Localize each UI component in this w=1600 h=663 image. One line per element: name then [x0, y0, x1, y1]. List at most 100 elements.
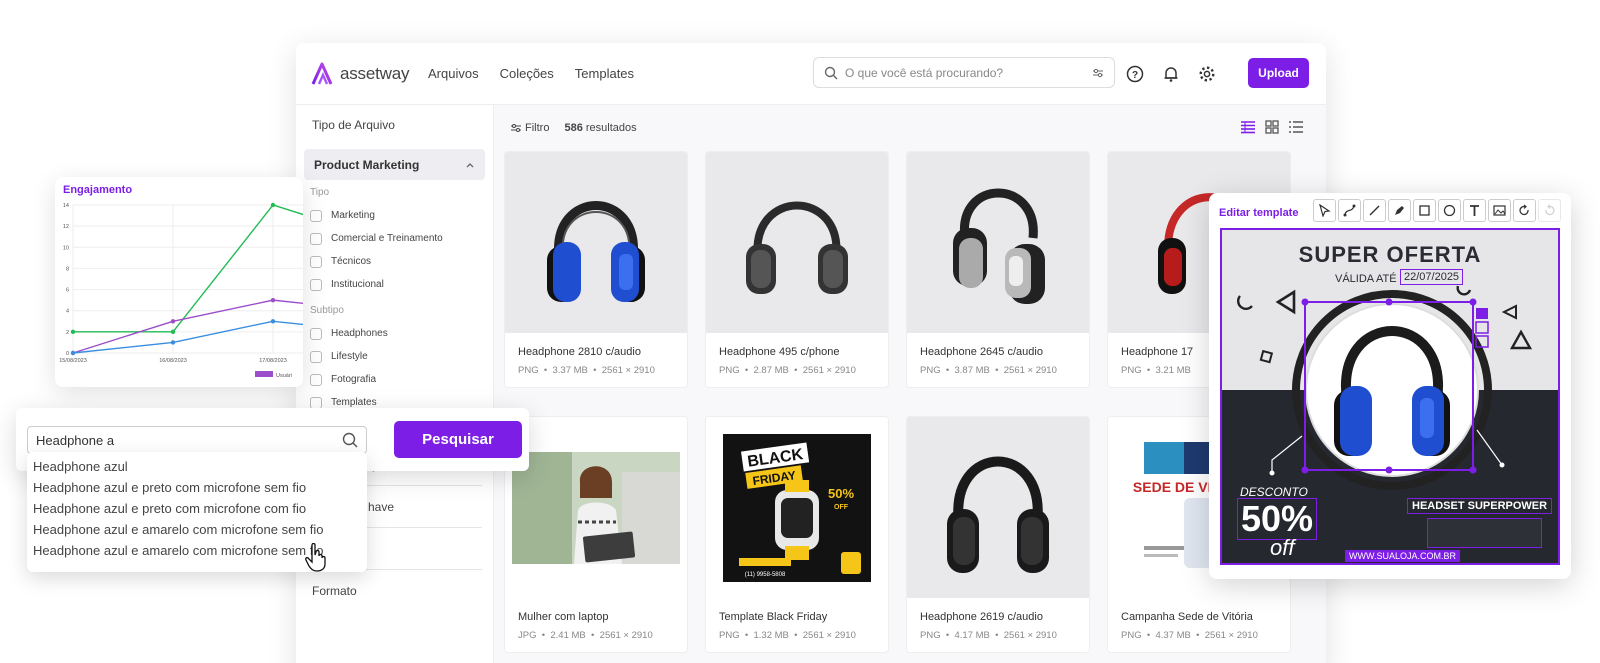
- line-icon[interactable]: [1363, 199, 1386, 222]
- template-canvas[interactable]: SUPER OFERTA VÁLIDA ATÉ 22/07/2025 DESCO…: [1220, 228, 1560, 565]
- ad-off-label[interactable]: off: [1270, 535, 1294, 561]
- checkbox-box[interactable]: [310, 209, 322, 222]
- table-view-icon[interactable]: [1240, 119, 1256, 135]
- checkbox-box[interactable]: [310, 255, 322, 268]
- checkbox-box[interactable]: [310, 350, 322, 363]
- template-editor: Editar template SUPER OFERTA VÁLIDA ATÉ …: [1209, 193, 1571, 579]
- checkbox-box[interactable]: [310, 396, 322, 409]
- asset-card[interactable]: Headphone 2645 c/audio PNG • 3.87 MB • 2…: [906, 151, 1090, 388]
- asset-card[interactable]: Mulher com laptop JPG • 2.41 MB • 2561 ×…: [504, 416, 688, 653]
- asset-meta: PNG • 4.17 MB • 2561 × 2910: [920, 630, 1057, 641]
- checkbox-lifestyle[interactable]: Lifestyle: [310, 345, 493, 368]
- checkbox-label: Comercial e Treinamento: [331, 233, 443, 244]
- suggestion-item[interactable]: Headphone azul e amarelo com microfone s…: [27, 519, 367, 540]
- popup-search-input[interactable]: Headphone a: [27, 426, 367, 454]
- asset-type: PNG: [1121, 365, 1142, 376]
- checkbox-label: Marketing: [331, 210, 375, 221]
- ad-title[interactable]: SUPER OFERTA: [1222, 242, 1558, 268]
- bell-icon[interactable]: [1162, 65, 1180, 83]
- ad-body-text-box[interactable]: [1427, 518, 1542, 548]
- asset-size: 4.17 MB: [954, 630, 990, 641]
- asset-thumbnail: [907, 417, 1089, 598]
- asset-name: Headphone 2645 c/audio: [920, 346, 1043, 358]
- group-label-tipo: Tipo: [310, 187, 330, 198]
- suggestion-item[interactable]: Headphone azul e preto com microfone sem…: [27, 477, 367, 498]
- filter-label: Filtro: [525, 122, 550, 134]
- checkbox-box[interactable]: [310, 327, 322, 340]
- select-icon[interactable]: [1313, 199, 1336, 222]
- asset-name: Headphone 495 c/phone: [719, 346, 840, 358]
- asset-card[interactable]: Headphone 2619 c/audio PNG • 4.17 MB • 2…: [906, 416, 1090, 653]
- y-tick-label: 2: [66, 330, 69, 336]
- redo-icon[interactable]: [1513, 199, 1536, 222]
- circle-icon[interactable]: [1438, 199, 1461, 222]
- text-icon[interactable]: [1463, 199, 1486, 222]
- nav-templates[interactable]: Templates: [575, 66, 634, 81]
- search-submit-button[interactable]: Pesquisar: [394, 421, 522, 458]
- checkbox-box[interactable]: [310, 232, 322, 245]
- checkbox-box[interactable]: [310, 373, 322, 386]
- filter-settings-icon[interactable]: [1092, 67, 1104, 79]
- pen-icon[interactable]: [1388, 199, 1411, 222]
- series-point: [170, 329, 176, 335]
- bf-phone-text: (11) 9958-5808: [745, 572, 786, 578]
- path-icon[interactable]: [1338, 199, 1361, 222]
- suggestion-item[interactable]: Headphone azul e preto com microfone com…: [27, 498, 367, 519]
- grid-view-icon[interactable]: [1264, 119, 1280, 135]
- asset-card[interactable]: Headphone 2810 c/audio PNG • 3.37 MB • 2…: [504, 151, 688, 388]
- asset-thumbnail: [706, 152, 888, 333]
- headphone-image: [547, 200, 645, 302]
- upload-button[interactable]: Upload: [1248, 58, 1309, 88]
- logo[interactable]: assetway: [310, 61, 410, 87]
- svg-text:?: ?: [1132, 70, 1138, 81]
- popup-search-value[interactable]: Headphone a: [36, 433, 342, 448]
- asset-size: 1.32 MB: [753, 630, 789, 641]
- checkbox-institucional[interactable]: Institucional: [310, 273, 493, 296]
- checkbox-headphones[interactable]: Headphones: [310, 322, 493, 345]
- help-icon[interactable]: ?: [1126, 65, 1144, 83]
- asset-dims: 2561 × 2910: [1204, 630, 1258, 641]
- bf-off-text: OFF: [834, 504, 849, 511]
- search-input[interactable]: O que você está procurando?: [813, 57, 1115, 88]
- ad-valid-label[interactable]: VÁLIDA ATÉ: [1335, 273, 1397, 285]
- ad-discount-percent[interactable]: 50%: [1237, 498, 1318, 540]
- assetway-logo-icon: [311, 62, 333, 85]
- asset-card[interactable]: Headphone 495 c/phone PNG • 2.87 MB • 25…: [705, 151, 889, 388]
- series-point: [70, 329, 76, 335]
- asset-size: 2.87 MB: [753, 365, 789, 376]
- asset-dims: 2561 × 2910: [1003, 365, 1057, 376]
- series-point: [170, 340, 176, 345]
- ad-discount-label[interactable]: DESCONTO: [1240, 485, 1308, 499]
- filter-button[interactable]: Filtro: [510, 122, 549, 134]
- ad-url[interactable]: WWW.SUALOJA.COM.BR: [1345, 550, 1461, 562]
- bf-discount-text: 50%: [828, 486, 854, 501]
- ad-headline[interactable]: HEADSET SUPERPOWER: [1407, 498, 1553, 514]
- undo-icon[interactable]: [1538, 199, 1561, 222]
- asset-type: PNG: [518, 365, 539, 376]
- asset-type: JPG: [518, 630, 537, 641]
- asset-size: 3.87 MB: [954, 365, 990, 376]
- checkbox-tecnicos[interactable]: Técnicos: [310, 250, 493, 273]
- image-icon[interactable]: [1488, 199, 1511, 222]
- nav-colecoes[interactable]: Coleções: [500, 66, 554, 81]
- section-formato[interactable]: Formato: [312, 569, 482, 611]
- checkbox-comercial[interactable]: Comercial e Treinamento: [310, 227, 493, 250]
- checkbox-fotografia[interactable]: Fotografia: [310, 368, 493, 391]
- series-point: [270, 202, 276, 208]
- checkbox-marketing[interactable]: Marketing: [310, 204, 493, 227]
- search-icon[interactable]: [342, 432, 358, 448]
- results-area: Filtro 586 resultados Headphone 2810 c/a…: [494, 105, 1326, 663]
- ad-date[interactable]: 22/07/2025: [1400, 269, 1464, 285]
- asset-name: Campanha Sede de Vitória: [1121, 611, 1253, 623]
- accordion-product-marketing[interactable]: Product Marketing: [304, 149, 485, 180]
- gear-icon[interactable]: [1198, 65, 1216, 83]
- suggestion-item[interactable]: Headphone azul: [27, 456, 367, 477]
- asset-type: PNG: [920, 365, 941, 376]
- asset-card[interactable]: BLACK FRIDAY 50% OFF (11) 9958-5808 Template…: [705, 416, 889, 653]
- sidebar-title[interactable]: Tipo de Arquivo: [296, 105, 493, 145]
- checkbox-box[interactable]: [310, 278, 322, 291]
- asset-thumbnail: [907, 152, 1089, 333]
- list-view-icon[interactable]: [1288, 119, 1304, 135]
- rectangle-icon[interactable]: [1413, 199, 1436, 222]
- nav-arquivos[interactable]: Arquivos: [428, 66, 479, 81]
